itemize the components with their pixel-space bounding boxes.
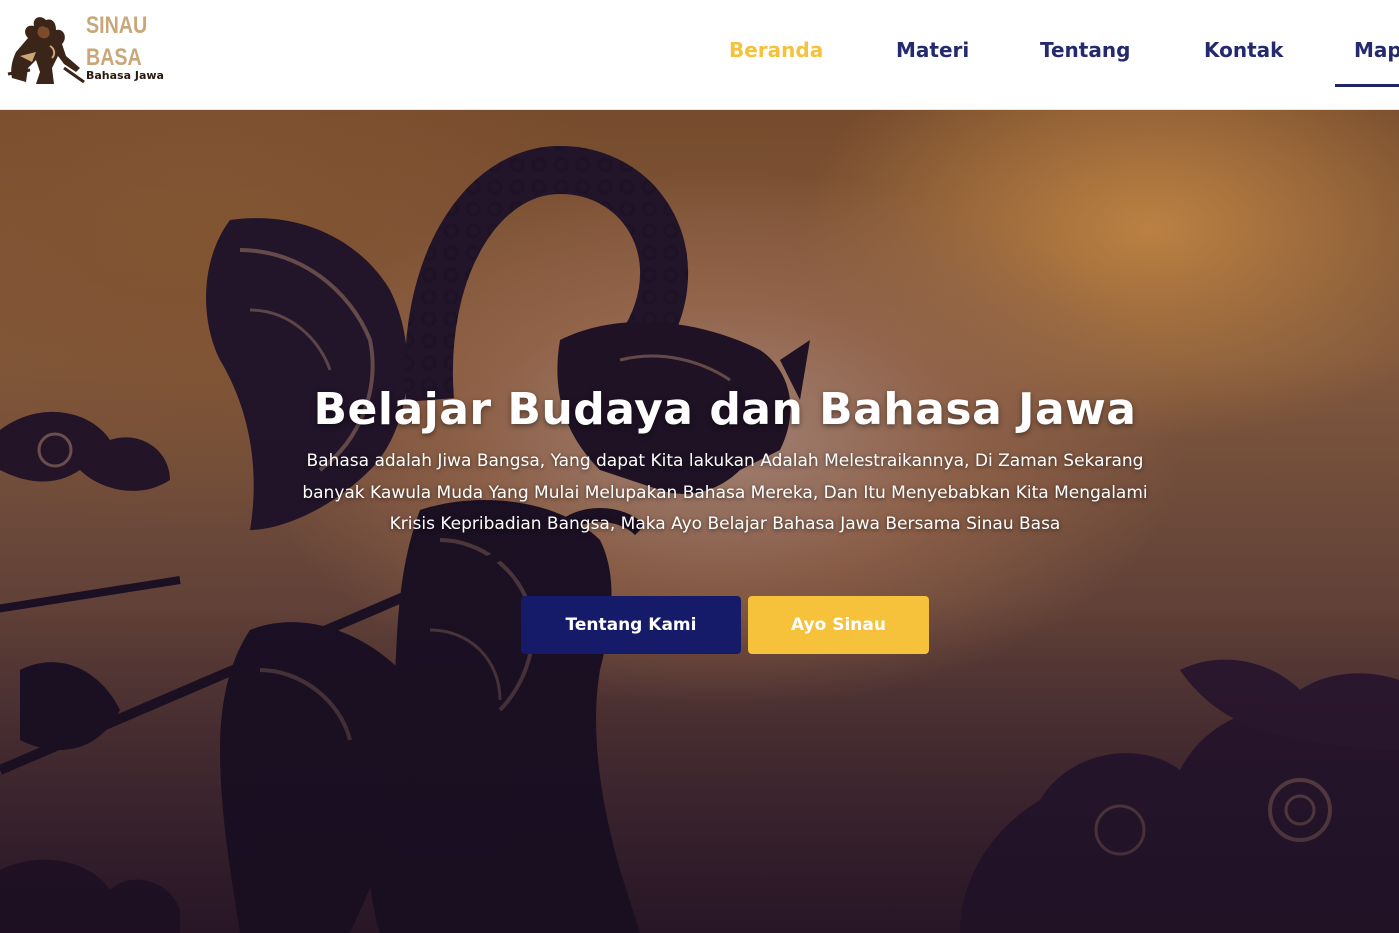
nav-item-materi[interactable]: Materi [896,38,969,62]
hero-section: Belajar Budaya dan Bahasa Jawa Bahasa ad… [0,110,1399,933]
main-navigation: Beranda Materi Tentang Kontak Map [0,0,1399,110]
nav-active-underline [1335,84,1399,87]
nav-item-beranda[interactable]: Beranda [729,38,823,62]
site-header: SINAU BASA Bahasa Jawa Beranda Materi Te… [0,0,1399,110]
nav-item-kontak[interactable]: Kontak [1204,38,1283,62]
tentang-kami-button[interactable]: Tentang Kami [521,596,741,654]
nav-item-map[interactable]: Map [1354,38,1399,62]
hero-description: Bahasa adalah Jiwa Bangsa, Yang dapat Ki… [302,451,1148,535]
hero-title: Belajar Budaya dan Bahasa Jawa [313,384,1137,435]
ayo-sinau-button[interactable]: Ayo Sinau [748,596,929,654]
nav-item-tentang[interactable]: Tentang [1040,38,1130,62]
